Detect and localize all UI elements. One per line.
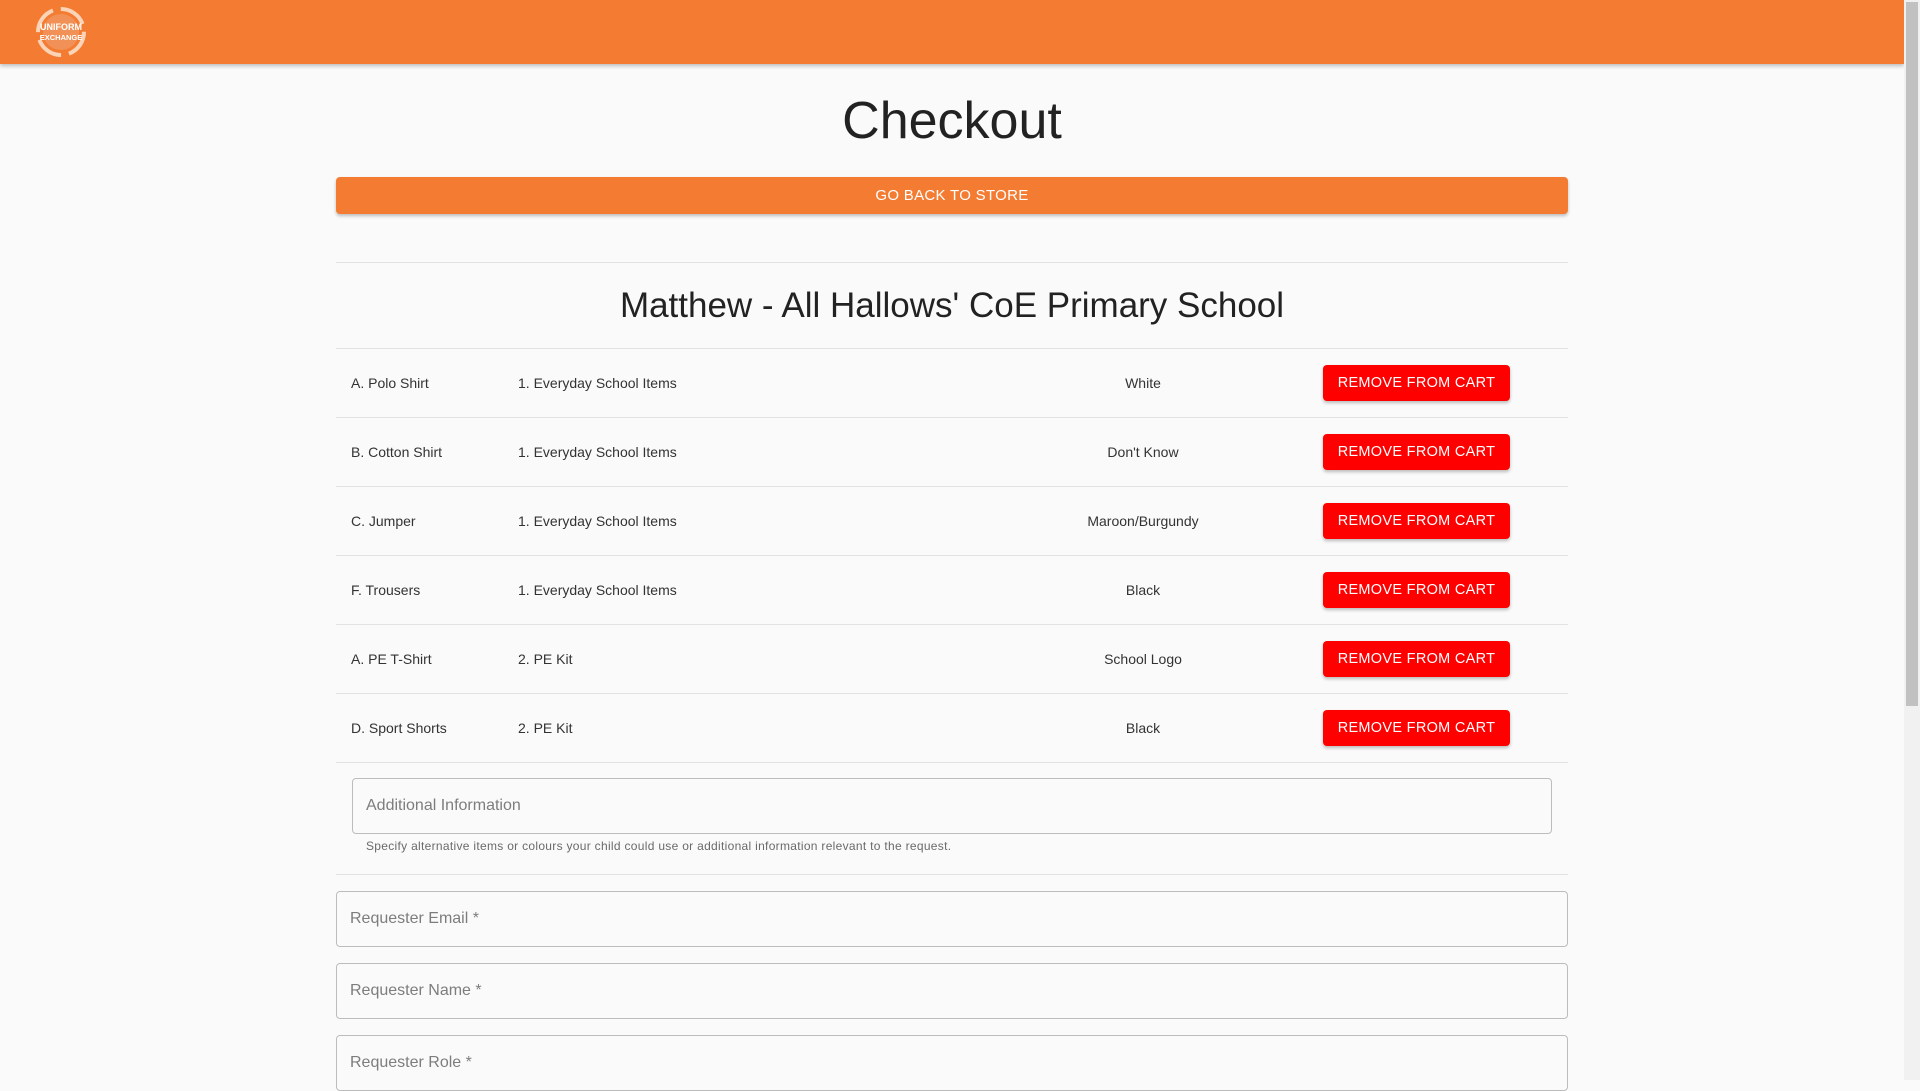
item-category: 2. PE Kit (518, 651, 573, 667)
logo-text-1: UNIFORM (40, 22, 82, 32)
cart-row: C. Jumper 1. Everyday School Items Maroo… (336, 486, 1568, 555)
requester-role-input[interactable] (336, 1035, 1568, 1091)
item-category: 1. Everyday School Items (518, 582, 677, 598)
item-name: C. Jumper (351, 513, 416, 529)
item-category: 1. Everyday School Items (518, 444, 677, 460)
item-name: D. Sport Shorts (351, 720, 447, 736)
item-colour: Black (1125, 582, 1161, 598)
item-name: A. PE T-Shirt (351, 651, 432, 667)
cart-items: A. Polo Shirt 1. Everyday School Items W… (336, 348, 1568, 763)
requester-name-input[interactable] (336, 963, 1568, 1019)
cart-row: A. Polo Shirt 1. Everyday School Items W… (336, 348, 1568, 417)
remove-from-cart-button[interactable]: REMOVE FROM CART (1323, 572, 1510, 608)
remove-from-cart-button[interactable]: REMOVE FROM CART (1323, 365, 1510, 401)
app-bar: UNIFORM EXCHANGE (0, 0, 1904, 64)
item-name: A. Polo Shirt (351, 375, 429, 391)
item-category: 1. Everyday School Items (518, 375, 677, 391)
go-back-to-store-button[interactable]: GO BACK TO STORE (336, 177, 1568, 214)
additional-info-helper-text: Specify alternative items or colours you… (366, 839, 952, 853)
item-colour: School Logo (1104, 651, 1182, 667)
remove-from-cart-button[interactable]: REMOVE FROM CART (1323, 434, 1510, 470)
cart-row: A. PE T-Shirt 2. PE Kit School Logo REMO… (336, 624, 1568, 693)
item-colour: Maroon/Burgundy (1087, 513, 1199, 529)
page-title: Checkout (842, 92, 1062, 150)
item-colour: Black (1125, 720, 1161, 736)
cart-row: F. Trousers 1. Everyday School Items Bla… (336, 555, 1568, 624)
checkout-main: Checkout GO BACK TO STORE Matthew - All … (336, 64, 1568, 1091)
requester-email-input[interactable] (336, 891, 1568, 947)
item-name: B. Cotton Shirt (351, 444, 443, 460)
scrollbar[interactable] (1904, 0, 1920, 1080)
cart-row: B. Cotton Shirt 1. Everyday School Items… (336, 417, 1568, 486)
scrollbar-thumb[interactable] (1906, 2, 1918, 706)
remove-from-cart-button[interactable]: REMOVE FROM CART (1323, 641, 1510, 677)
remove-from-cart-button[interactable]: REMOVE FROM CART (1323, 710, 1510, 746)
item-name: F. Trousers (351, 582, 421, 598)
item-colour: White (1125, 375, 1161, 391)
item-category: 1. Everyday School Items (518, 513, 677, 529)
uniform-exchange-logo[interactable]: UNIFORM EXCHANGE (31, 7, 91, 57)
cart-row: D. Sport Shorts 2. PE Kit Black REMOVE F… (336, 693, 1568, 762)
remove-from-cart-button[interactable]: REMOVE FROM CART (1323, 503, 1510, 539)
logo-text-2: EXCHANGE (40, 33, 83, 42)
divider (336, 874, 1568, 875)
item-category: 2. PE Kit (518, 720, 573, 736)
order-title: Matthew - All Hallows' CoE Primary Schoo… (619, 286, 1285, 325)
additional-info-section: Specify alternative items or colours you… (336, 763, 1568, 874)
additional-information-input[interactable] (352, 778, 1552, 834)
item-colour: Don't Know (1107, 444, 1179, 460)
